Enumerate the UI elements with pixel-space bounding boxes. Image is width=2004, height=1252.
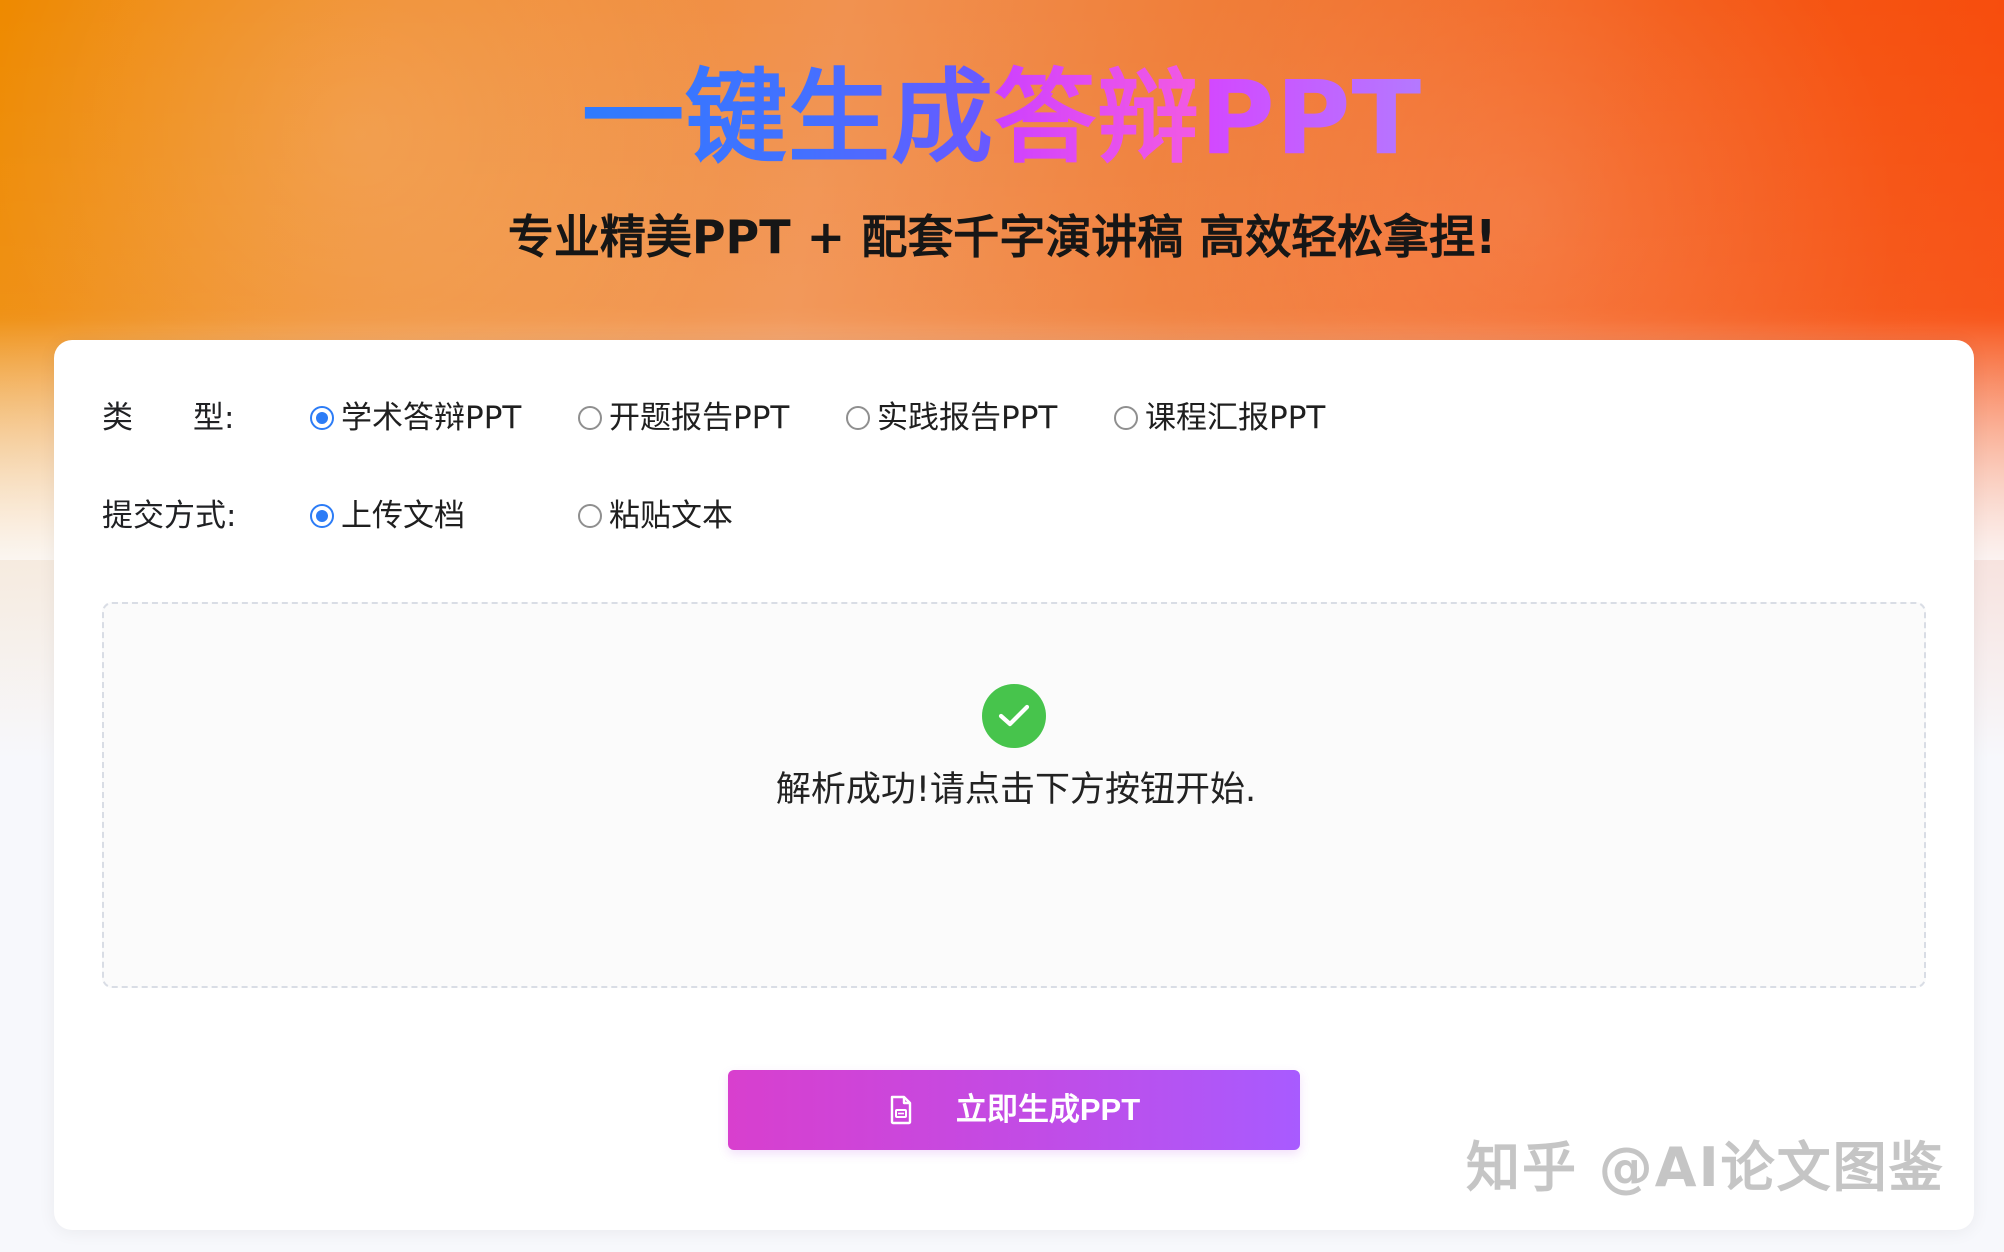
page-title-part-1: 一键生成 [581,59,994,178]
page-subtitle: 专业精美PPT + 配套千字演讲稿 高效轻松拿捏! [507,210,1497,264]
type-option-practice-report[interactable]: 实践报告PPT [846,392,1057,444]
type-option-course-report[interactable]: 课程汇报PPT [1114,392,1325,444]
generate-ppt-button-label: 立即生成PPT [955,1092,1141,1127]
radio-selected-icon[interactable] [310,406,334,430]
submit-option-label: 粘贴文本 [609,498,733,534]
document-icon [888,1095,914,1125]
submit-method-row: 提交方式: [102,490,308,542]
type-option-label: 学术答辩PPT [341,400,522,436]
type-row: 类 型: [102,392,308,444]
type-option-academic-defense[interactable]: 学术答辩PPT [310,392,521,444]
type-label-last: 型: [193,400,235,436]
page-title-part-3: PPT [1199,59,1423,178]
generate-ppt-button[interactable]: 立即生成PPT [728,1070,1300,1150]
type-option-label: 实践报告PPT [877,400,1058,436]
type-option-label: 课程汇报PPT [1145,400,1326,436]
submit-option-label: 上传文档 [341,498,465,534]
radio-icon[interactable] [1114,406,1138,430]
upload-status-text: 解析成功!请点击下方按钮开始. [775,770,1257,810]
type-label: 类 型: [102,398,308,438]
type-label-first: 类 [102,400,133,436]
submit-option-paste-text[interactable]: 粘贴文本 [578,490,733,542]
page-title-part-2: 答辩 [993,59,1200,178]
check-circle-icon [982,684,1046,748]
submit-method-label: 提交方式: [102,498,237,534]
radio-selected-icon[interactable] [310,504,334,528]
submit-option-upload[interactable]: 上传文档 [310,490,465,542]
type-option-label: 开题报告PPT [609,400,790,436]
page-title: 一键生成答辩PPT [0,58,2004,180]
watermark-text: 知乎 @AI论文图鉴 [1466,1136,1945,1199]
radio-icon[interactable] [578,504,602,528]
radio-icon[interactable] [846,406,870,430]
upload-dropzone[interactable]: 解析成功!请点击下方按钮开始. [102,602,1926,988]
main-card: 类 型: 学术答辩PPT 开题报告PPT 实践报告PPT 课程汇报PPT 提交方式… [54,340,1974,1230]
checkmark-icon [998,704,1030,727]
type-option-proposal-report[interactable]: 开题报告PPT [578,392,789,444]
radio-icon[interactable] [578,406,602,430]
